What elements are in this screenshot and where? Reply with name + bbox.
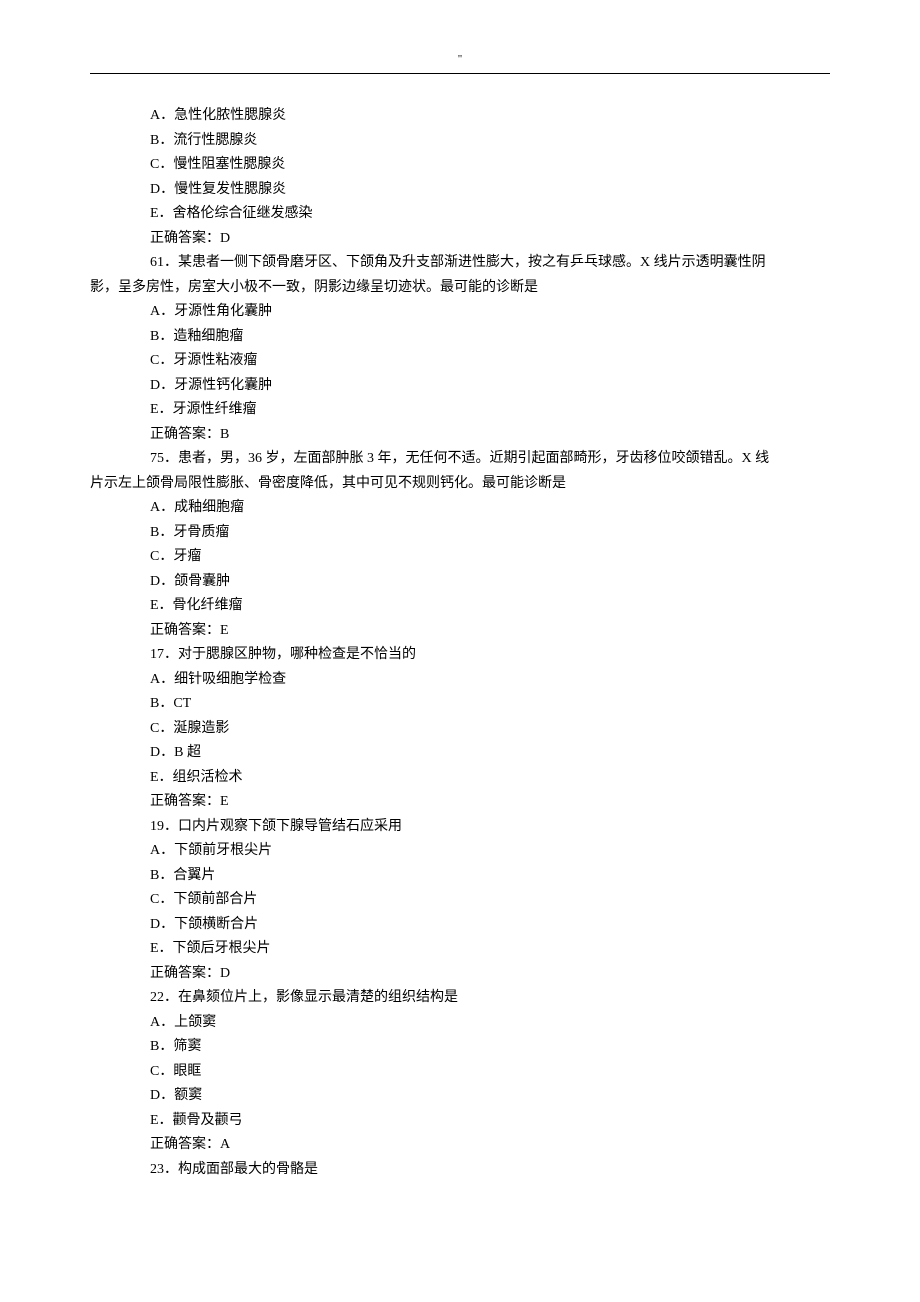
q61-option-a: A．牙源性角化囊肿 xyxy=(90,300,830,325)
q61-option-b: B．造釉细胞瘤 xyxy=(90,325,830,350)
q61-option-d: D．牙源性钙化囊肿 xyxy=(90,374,830,399)
q61-option-c: C．牙源性粘液瘤 xyxy=(90,349,830,374)
q17-option-e: E．组织活检术 xyxy=(90,766,830,791)
q75-option-c: C．牙瘤 xyxy=(90,545,830,570)
q17-option-b: B．CT xyxy=(90,692,830,717)
document-content: A．急性化脓性腮腺炎 B．流行性腮腺炎 C．慢性阻塞性腮腺炎 D．慢性复发性腮腺… xyxy=(90,104,830,1182)
q19-option-c: C．下颌前部合片 xyxy=(90,888,830,913)
q22-option-c: C．眼眶 xyxy=(90,1060,830,1085)
q75-option-a: A．成釉细胞瘤 xyxy=(90,496,830,521)
q23-stem: 23．构成面部最大的骨骼是 xyxy=(90,1158,830,1183)
q22-stem: 22．在鼻颏位片上，影像显示最清楚的组织结构是 xyxy=(90,986,830,1011)
q60-option-d: D．慢性复发性腮腺炎 xyxy=(90,178,830,203)
q61-stem-line2: 影，呈多房性，房室大小极不一致，阴影边缘呈切迹状。最可能的诊断是 xyxy=(90,276,830,301)
q17-option-c: C．涎腺造影 xyxy=(90,717,830,742)
q22-option-e: E．颧骨及颧弓 xyxy=(90,1109,830,1134)
q75-option-b: B．牙骨质瘤 xyxy=(90,521,830,546)
q19-stem: 19．口内片观察下颌下腺导管结石应采用 xyxy=(90,815,830,840)
q61-option-e: E．牙源性纤维瘤 xyxy=(90,398,830,423)
q19-answer: 正确答案：D xyxy=(90,962,830,987)
q17-option-d: D．B 超 xyxy=(90,741,830,766)
page-header-mark: " xyxy=(90,50,830,69)
q19-option-b: B．合翼片 xyxy=(90,864,830,889)
q60-option-a: A．急性化脓性腮腺炎 xyxy=(90,104,830,129)
document-page: " A．急性化脓性腮腺炎 B．流行性腮腺炎 C．慢性阻塞性腮腺炎 D．慢性复发性… xyxy=(0,0,920,1242)
q22-option-b: B．筛窦 xyxy=(90,1035,830,1060)
q61-answer: 正确答案：B xyxy=(90,423,830,448)
q60-option-c: C．慢性阻塞性腮腺炎 xyxy=(90,153,830,178)
q75-option-e: E．骨化纤维瘤 xyxy=(90,594,830,619)
q22-option-a: A．上颌窦 xyxy=(90,1011,830,1036)
q75-answer: 正确答案：E xyxy=(90,619,830,644)
q60-answer: 正确答案：D xyxy=(90,227,830,252)
q75-stem-line1: 75．患者，男，36 岁，左面部肿胀 3 年，无任何不适。近期引起面部畸形，牙齿… xyxy=(90,447,830,472)
header-divider xyxy=(90,73,830,74)
q19-option-d: D．下颌横断合片 xyxy=(90,913,830,938)
q75-option-d: D．颌骨囊肿 xyxy=(90,570,830,595)
q17-option-a: A．细针吸细胞学检查 xyxy=(90,668,830,693)
q19-option-a: A．下颌前牙根尖片 xyxy=(90,839,830,864)
q17-stem: 17．对于腮腺区肿物，哪种检查是不恰当的 xyxy=(90,643,830,668)
q75-stem-line2: 片示左上颌骨局限性膨胀、骨密度降低，其中可见不规则钙化。最可能诊断是 xyxy=(90,472,830,497)
q17-answer: 正确答案：E xyxy=(90,790,830,815)
q22-option-d: D．额窦 xyxy=(90,1084,830,1109)
q60-option-e: E．舍格伦综合征继发感染 xyxy=(90,202,830,227)
q19-option-e: E．下颌后牙根尖片 xyxy=(90,937,830,962)
q22-answer: 正确答案：A xyxy=(90,1133,830,1158)
q61-stem-line1: 61．某患者一侧下颌骨磨牙区、下颌角及升支部渐进性膨大，按之有乒乓球感。X 线片… xyxy=(90,251,830,276)
q60-option-b: B．流行性腮腺炎 xyxy=(90,129,830,154)
